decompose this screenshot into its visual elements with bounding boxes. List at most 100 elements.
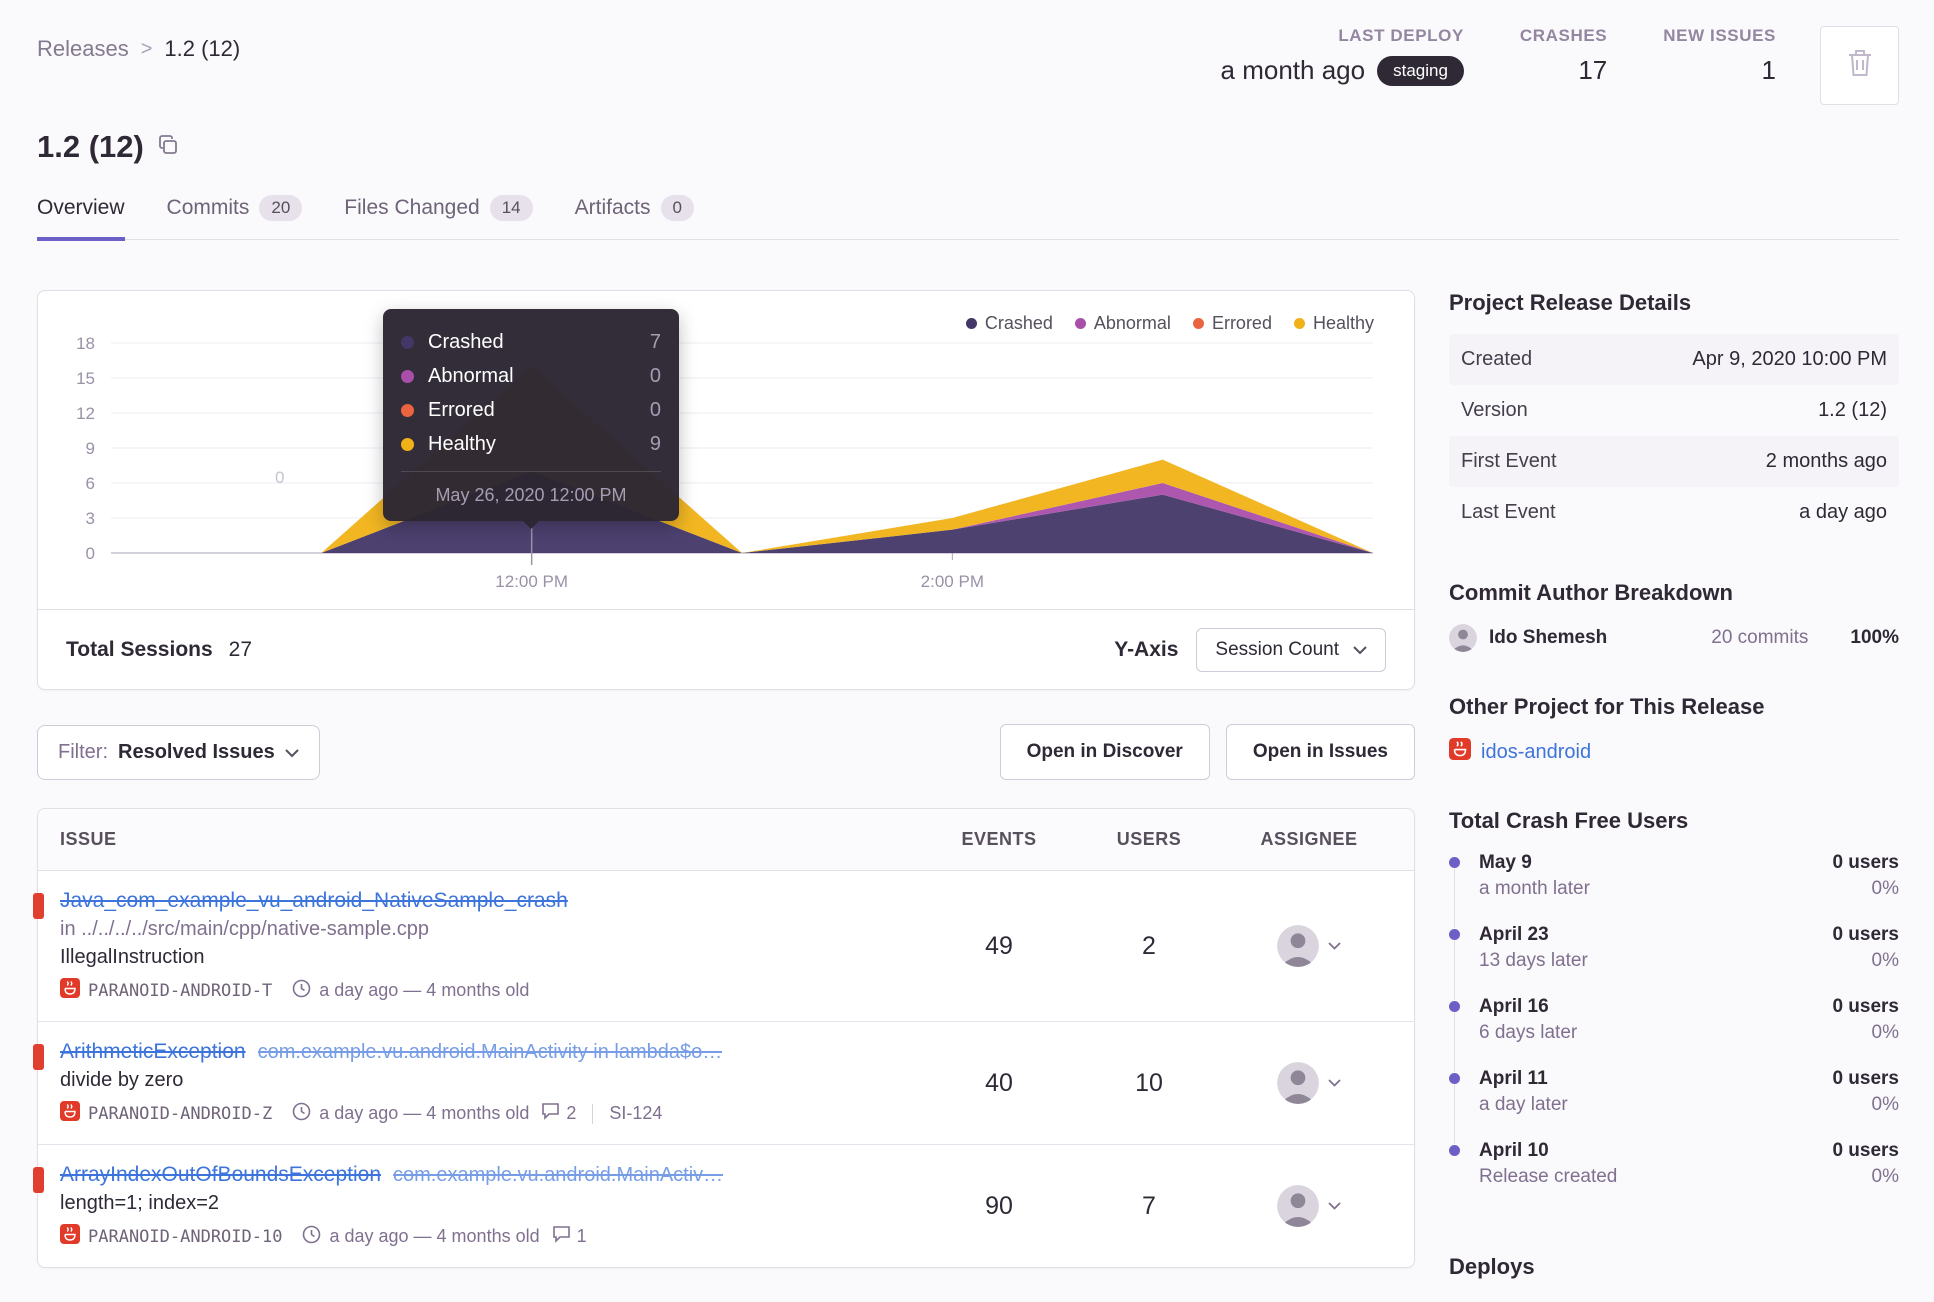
tab-artifacts[interactable]: Artifacts 0 — [575, 195, 694, 241]
y-axis-selected-value: Session Count — [1215, 638, 1339, 660]
breadcrumb: Releases > 1.2 (12) — [37, 26, 240, 62]
tab-overview[interactable]: Overview — [37, 195, 125, 241]
comment-count: 2 — [566, 1103, 577, 1123]
detail-row-last-event: Last Event a day ago — [1449, 487, 1899, 538]
stat-new-issues: NEW ISSUES 1 — [1663, 26, 1776, 86]
svg-text:18: 18 — [76, 334, 95, 353]
filter-row: Filter: Resolved Issues Open in Discover… — [37, 724, 1415, 780]
y-axis-label: Y-Axis — [1114, 637, 1179, 661]
issue-message: divide by zero — [60, 1069, 184, 1091]
delete-release-button[interactable] — [1820, 26, 1899, 105]
tab-commits-label: Commits — [166, 196, 250, 219]
chart-legend: Crashed Abnormal Errored Healthy — [965, 313, 1374, 334]
y-axis-select[interactable]: Session Count — [1196, 627, 1386, 672]
crash-free-date: May 9 — [1479, 852, 1532, 873]
detail-value: Apr 9, 2020 10:00 PM — [1692, 348, 1887, 370]
issue-assignee — [1224, 1062, 1394, 1104]
commit-authors-section: Commit Author Breakdown Ido Shemesh 20 c… — [1449, 580, 1899, 652]
issue-age-text: a day ago — 4 months old — [319, 1103, 530, 1123]
crashed-legend-dot — [965, 318, 977, 329]
crash-free-sub: a month later — [1479, 878, 1590, 899]
tab-overview-label: Overview — [37, 196, 125, 219]
tab-commits[interactable]: Commits 20 — [167, 195, 303, 241]
release-details-section: Project Release Details Created Apr 9, 2… — [1449, 290, 1899, 538]
stacked-area-chart[interactable]: 0 3 6 9 12 15 18 12:00 PM 2:00 PM 0 — [38, 291, 1416, 609]
title-row: 1.2 (12) — [37, 129, 1899, 165]
assignee-chevron-icon[interactable] — [1328, 1197, 1341, 1215]
tooltip-date: May 26, 2020 12:00 PM — [401, 471, 661, 521]
issue-title-link[interactable]: Java_com_example_vu_android_NativeSample… — [60, 889, 568, 913]
session-chart[interactable]: 0 3 6 9 12 15 18 12:00 PM 2:00 PM 0 Crashed Abnor… — [38, 291, 1414, 609]
release-details-heading: Project Release Details — [1449, 290, 1692, 315]
issue-message: IllegalInstruction — [60, 946, 205, 968]
stat-crashes-label: CRASHES — [1519, 26, 1608, 45]
issue-age: a day ago — 4 months old — [292, 1102, 529, 1126]
copy-version-button[interactable] — [158, 134, 178, 160]
stat-last-deploy: LAST DEPLOY a month ago staging — [1221, 26, 1464, 86]
detail-row-version: Version 1.2 (12) — [1449, 385, 1899, 436]
abnormal-legend-dot — [1074, 318, 1086, 329]
project-slug: PARANOID-ANDROID-10 — [88, 1226, 283, 1247]
open-in-issues-button[interactable]: Open in Issues — [1225, 724, 1415, 780]
comment-icon — [541, 1102, 560, 1125]
issue-culprit: com.example.vu.android.MainActivity in l… — [257, 1041, 723, 1063]
author-name: Ido Shemesh — [1489, 627, 1608, 648]
detail-row-created: Created Apr 9, 2020 10:00 PM — [1449, 334, 1899, 385]
issue-title-link[interactable]: ArrayIndexOutOfBoundsException — [60, 1163, 381, 1187]
other-projects-section: Other Project for This Release idos-andr… — [1449, 694, 1899, 766]
crash-free-item: April 10 0 users Release created 0% — [1449, 1140, 1899, 1212]
issue-message: length=1; index=2 — [60, 1192, 220, 1214]
issues-filter-dropdown[interactable]: Filter: Resolved Issues — [37, 724, 320, 780]
stat-last-deploy-label: LAST DEPLOY — [1338, 26, 1464, 45]
tab-files-changed[interactable]: Files Changed 14 — [344, 195, 533, 241]
header-stats: LAST DEPLOY a month ago staging CRASHES … — [1221, 26, 1776, 86]
breadcrumb-releases-link[interactable]: Releases — [37, 36, 129, 62]
svg-text:2:00 PM: 2:00 PM — [921, 572, 984, 591]
crash-free-date: April 16 — [1479, 996, 1549, 1017]
trash-icon — [1847, 48, 1873, 83]
assignee-avatar[interactable] — [1277, 1185, 1319, 1227]
crash-free-percent: 0% — [1871, 1022, 1899, 1043]
stat-last-deploy-value: a month ago — [1220, 55, 1366, 85]
legend-item-crashed[interactable]: Crashed — [965, 313, 1053, 334]
crash-free-percent: 0% — [1871, 1094, 1899, 1115]
issue-age-text: a day ago — 4 months old — [319, 980, 530, 1000]
svg-text:12:00 PM: 12:00 PM — [495, 572, 568, 591]
issue-row: Java_com_example_vu_android_NativeSample… — [33, 871, 1414, 1021]
project-icon — [1449, 738, 1471, 766]
tab-artifacts-label: Artifacts — [574, 196, 651, 219]
issue-title-link[interactable]: ArithmeticException — [60, 1040, 246, 1064]
error-level-indicator — [33, 893, 44, 919]
project-icon — [60, 1224, 80, 1249]
session-chart-card: 0 3 6 9 12 15 18 12:00 PM 2:00 PM 0 Crashed Abnor… — [37, 290, 1415, 690]
crash-free-date: April 11 — [1479, 1068, 1548, 1089]
author-avatar — [1449, 624, 1477, 652]
assignee-chevron-icon[interactable] — [1328, 1074, 1341, 1092]
assignee-avatar[interactable] — [1277, 925, 1319, 967]
other-projects-heading: Other Project for This Release — [1449, 694, 1765, 719]
open-in-discover-button[interactable]: Open in Discover — [999, 724, 1210, 780]
svg-text:12: 12 — [76, 404, 95, 423]
external-issue-link[interactable]: SI-124 — [609, 1103, 662, 1124]
issues-table: ISSUE EVENTS USERS ASSIGNEE Java_com_exa… — [33, 808, 1415, 1268]
issue-row: ArrayIndexOutOfBoundsException com.examp… — [33, 1144, 1414, 1267]
legend-item-errored[interactable]: Errored — [1192, 313, 1272, 334]
clock-icon — [302, 1225, 321, 1249]
assignee-chevron-icon[interactable] — [1328, 937, 1341, 955]
legend-errored-label: Errored — [1211, 313, 1272, 333]
other-project-link[interactable]: idos-android — [1481, 741, 1591, 764]
crash-free-users: 0 users — [1832, 852, 1899, 873]
project-tag: PARANOID-ANDROID-10 — [60, 1224, 282, 1249]
stat-crashes: CRASHES 17 — [1520, 26, 1607, 86]
legend-item-healthy[interactable]: Healthy — [1293, 313, 1374, 334]
project-slug: PARANOID-ANDROID-T — [88, 980, 273, 1001]
assignee-avatar[interactable] — [1277, 1062, 1319, 1104]
timeline-dot — [1449, 857, 1460, 868]
column-header-events: EVENTS — [961, 829, 1037, 849]
stat-new-issues-label: NEW ISSUES — [1663, 26, 1776, 45]
column-header-issue: ISSUE — [60, 829, 117, 849]
legend-item-abnormal[interactable]: Abnormal — [1074, 313, 1171, 334]
tooltip-healthy-value: 9 — [649, 432, 661, 455]
crash-free-heading: Total Crash Free Users — [1449, 808, 1689, 833]
detail-value: a day ago — [1799, 501, 1887, 523]
